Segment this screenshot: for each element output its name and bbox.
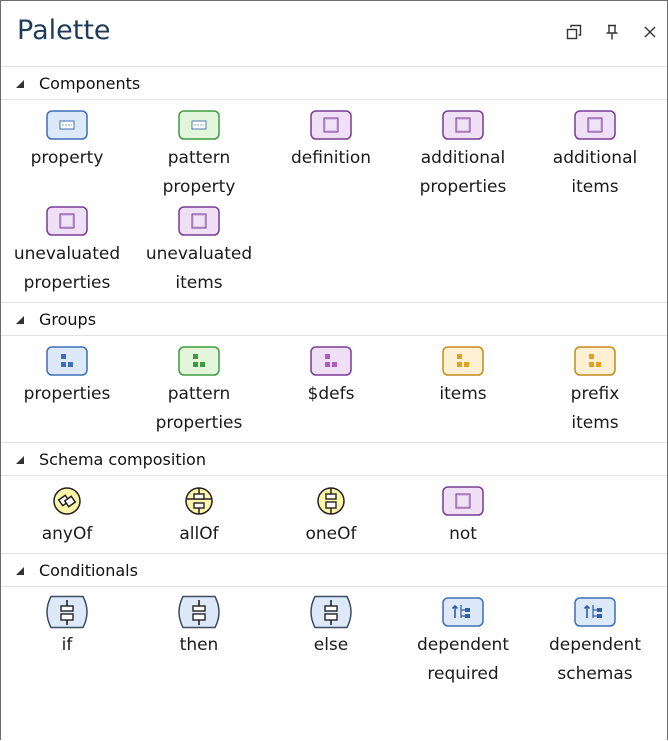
palette-item-anyof[interactable]: anyOf	[1, 482, 133, 549]
section-header-schema-composition[interactable]: Schema composition	[1, 442, 667, 476]
palette-item-label: pattern properties	[155, 384, 243, 433]
section-title: Groups	[39, 309, 97, 329]
palette-sections: Components property pattern property def…	[1, 66, 667, 693]
window-controls	[563, 21, 661, 43]
palette-item-then[interactable]: then	[133, 593, 265, 689]
palette-item-label: then	[179, 635, 219, 655]
palette-item-pattern-properties[interactable]: pattern properties	[133, 342, 265, 438]
palette-item-else[interactable]: else	[265, 593, 397, 689]
palette-item-label: items	[439, 384, 487, 404]
properties-group-icon	[46, 342, 88, 380]
palette-item-label: oneOf	[305, 524, 357, 544]
restore-icon[interactable]	[563, 21, 585, 43]
else-icon	[305, 593, 357, 631]
section-items: property pattern property definition add…	[1, 100, 667, 302]
palette-item-label: not	[449, 524, 477, 544]
palette-item-label: else	[313, 635, 349, 655]
palette-item-label: $defs	[307, 384, 355, 404]
close-icon[interactable]	[639, 21, 661, 43]
palette-item-label: if	[61, 635, 73, 655]
dependent-required-icon	[442, 593, 484, 631]
section-title: Schema composition	[39, 449, 206, 469]
section-header-conditionals[interactable]: Conditionals	[1, 553, 667, 587]
palette-item-items[interactable]: items	[397, 342, 529, 438]
palette-item--defs[interactable]: $defs	[265, 342, 397, 438]
palette-item-dependent-required[interactable]: dependent required	[397, 593, 529, 689]
pattern-property-icon	[178, 106, 220, 144]
section-title: Conditionals	[39, 560, 138, 580]
additional-items-icon	[574, 106, 616, 144]
items-group-icon	[442, 342, 484, 380]
palette-item-label: anyOf	[41, 524, 93, 544]
palette-item-label: pattern property	[162, 148, 236, 197]
palette-item-label: dependent schemas	[549, 635, 641, 684]
section-title: Components	[39, 73, 141, 93]
palette-item-oneof[interactable]: oneOf	[265, 482, 397, 549]
palette-item-pattern-property[interactable]: pattern property	[133, 106, 265, 202]
palette-panel: Palette Components property pattern prop…	[0, 0, 668, 740]
palette-item-label: property	[30, 148, 104, 168]
dependent-schemas-icon	[574, 593, 616, 631]
anyof-icon	[51, 482, 83, 520]
section-items: anyOf allOf oneOf not	[1, 476, 667, 553]
expand-triangle-icon	[15, 74, 39, 93]
expand-triangle-icon	[15, 310, 39, 329]
palette-item-properties[interactable]: properties	[1, 342, 133, 438]
section-items: if then else dependent required dependen…	[1, 587, 667, 693]
section-header-groups[interactable]: Groups	[1, 302, 667, 336]
section-header-components[interactable]: Components	[1, 66, 667, 100]
expand-triangle-icon	[15, 561, 39, 580]
property-icon	[46, 106, 88, 144]
prefix-items-group-icon	[574, 342, 616, 380]
not-icon	[442, 482, 484, 520]
palette-item-label: definition	[290, 148, 372, 168]
palette-item-label: additional items	[552, 148, 638, 197]
palette-item-label: dependent required	[417, 635, 509, 684]
definition-icon	[310, 106, 352, 144]
then-icon	[173, 593, 225, 631]
palette-item-label: properties	[23, 384, 111, 404]
allof-icon	[183, 482, 215, 520]
palette-item-unevaluated-items[interactable]: unevaluated items	[133, 202, 265, 298]
defs-group-icon	[310, 342, 352, 380]
oneof-icon	[315, 482, 347, 520]
palette-item-if[interactable]: if	[1, 593, 133, 689]
palette-item-additional-properties[interactable]: additional properties	[397, 106, 529, 202]
unevaluated-items-icon	[178, 202, 220, 240]
palette-item-allof[interactable]: allOf	[133, 482, 265, 549]
palette-item-not[interactable]: not	[397, 482, 529, 549]
palette-item-dependent-schemas[interactable]: dependent schemas	[529, 593, 661, 689]
if-icon	[41, 593, 93, 631]
expand-triangle-icon	[15, 450, 39, 469]
palette-item-label: prefix items	[570, 384, 620, 433]
additional-properties-icon	[442, 106, 484, 144]
palette-item-label: unevaluated items	[145, 244, 253, 293]
palette-item-definition[interactable]: definition	[265, 106, 397, 202]
palette-item-label: allOf	[179, 524, 219, 544]
palette-title: Palette	[17, 15, 111, 46]
palette-item-prefix-items[interactable]: prefix items	[529, 342, 661, 438]
palette-item-unevaluated-properties[interactable]: unevaluated properties	[1, 202, 133, 298]
section-items: properties pattern properties $defs item…	[1, 336, 667, 442]
pin-icon[interactable]	[601, 21, 623, 43]
palette-item-label: unevaluated properties	[13, 244, 121, 293]
palette-item-additional-items[interactable]: additional items	[529, 106, 661, 202]
palette-titlebar: Palette	[1, 1, 667, 66]
palette-item-property[interactable]: property	[1, 106, 133, 202]
pattern-properties-group-icon	[178, 342, 220, 380]
palette-item-label: additional properties	[419, 148, 507, 197]
unevaluated-properties-icon	[46, 202, 88, 240]
